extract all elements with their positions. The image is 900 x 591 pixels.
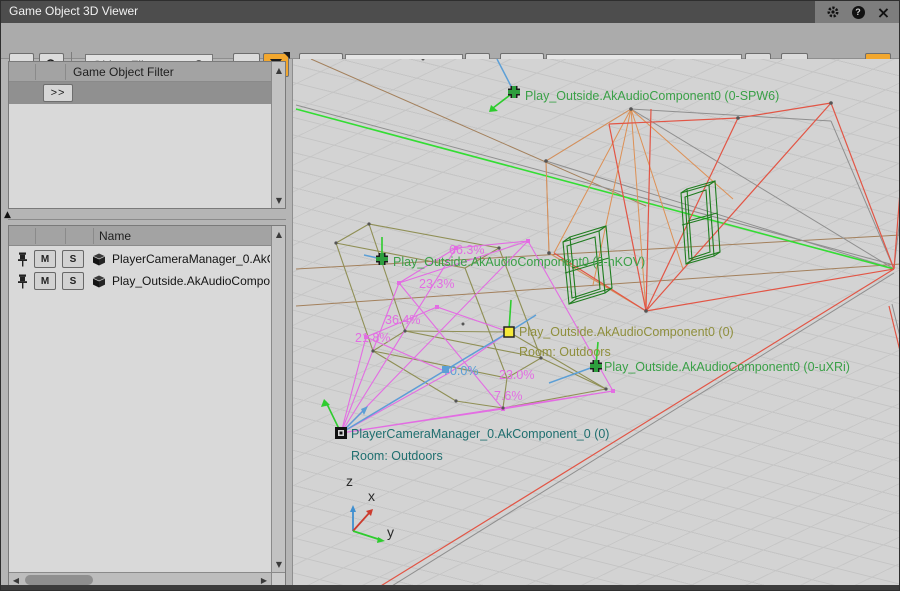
mute-button[interactable]: M	[34, 272, 56, 290]
attenuation-percent-label: 23.0%	[499, 368, 534, 382]
attenuation-percent-label: 23.3%	[419, 277, 454, 291]
window-bottom-edge	[1, 585, 900, 590]
viewport-3d[interactable]: 66.3% Play_Outside.AkAudioComponent0 (0-…	[292, 59, 900, 586]
attenuation-percent-label: 36.4%	[385, 313, 420, 327]
scroll-up-icon[interactable]: ▲	[272, 63, 286, 77]
game-object-3d-viewer-window: Game Object 3D Viewer ? ×	[0, 0, 900, 591]
row-label: PlayerCameraManager_0.AkCo	[112, 252, 270, 266]
expand-filter-button[interactable]: >>	[43, 84, 73, 102]
game-object-label: Play_Outside.AkAudioComponent0 (0-hKOV)	[393, 255, 645, 269]
game-object-label: Play_Outside.AkAudioComponent0 (0-SPW6)	[525, 89, 779, 103]
gear-icon[interactable]	[825, 4, 841, 20]
filter-panel-vscrollbar[interactable]: ▲ ▼	[271, 62, 285, 208]
solo-button[interactable]: S	[62, 250, 84, 268]
filter-panel-header: Game Object Filter	[9, 62, 285, 82]
game-object-cube-icon	[92, 253, 106, 266]
scroll-down-icon[interactable]: ▼	[272, 557, 286, 571]
game-object-filter-panel: Game Object Filter ▲ ▼ >>	[8, 61, 286, 209]
list-hscrollbar[interactable]: ◀ ▶	[9, 572, 271, 586]
help-icon[interactable]: ?	[850, 4, 866, 20]
toolbar: Object Filter ... > User Camera 1	[1, 23, 900, 59]
solo-button[interactable]: S	[62, 272, 84, 290]
game-object-label: Play_Outside.AkAudioComponent0 (0)	[519, 325, 734, 339]
titlebar-controls: ? ×	[815, 1, 900, 23]
diffraction-percent-label: 70.0%	[443, 364, 478, 378]
scroll-up-icon[interactable]: ▲	[272, 227, 286, 241]
row-label: Play_Outside.AkAudioCompon	[112, 274, 270, 288]
listener-label: PlayerCameraManager_0.AkComponent_0 (0)	[351, 427, 609, 441]
hscroll-thumb[interactable]	[25, 575, 93, 585]
axis-y-label: y	[387, 524, 394, 540]
close-icon[interactable]: ×	[876, 4, 892, 20]
titlebar[interactable]: Game Object 3D Viewer ? ×	[1, 1, 900, 23]
axis-z-label: z	[346, 473, 353, 489]
scroll-down-icon[interactable]: ▼	[272, 193, 286, 207]
filter-active-marker	[283, 52, 290, 59]
pin-icon[interactable]	[17, 274, 28, 289]
panel-splitter[interactable]	[8, 219, 286, 220]
table-row[interactable]: M S Play_Outside.AkAudioCompon	[9, 270, 271, 292]
game-object-list-panel: Name ▲ ▼ M S PlayerCameraManager_0.AkCo	[8, 225, 286, 587]
axis-x-label: x	[368, 488, 375, 504]
list-vscrollbar[interactable]: ▲ ▼	[271, 226, 285, 572]
scrollbar-corner	[271, 572, 285, 586]
filter-panel-title: Game Object Filter	[73, 65, 174, 79]
mute-button[interactable]: M	[34, 250, 56, 268]
name-column-header[interactable]: Name	[99, 229, 131, 243]
pin-icon[interactable]	[17, 252, 28, 267]
room-label: Room: Outdoors	[351, 449, 443, 463]
room-label: Room: Outdoors	[519, 345, 611, 359]
list-header: Name	[9, 226, 285, 246]
attenuation-percent-label: 21.8%	[355, 331, 390, 345]
game-object-label: Play_Outside.AkAudioComponent0 (0-uXRi)	[604, 360, 850, 374]
game-object-cube-icon	[92, 275, 106, 288]
table-row[interactable]: M S PlayerCameraManager_0.AkCo	[9, 248, 271, 270]
attenuation-percent-label: 7.6%	[494, 389, 523, 403]
window-title: Game Object 3D Viewer	[9, 4, 138, 18]
filter-row: >>	[9, 82, 271, 104]
